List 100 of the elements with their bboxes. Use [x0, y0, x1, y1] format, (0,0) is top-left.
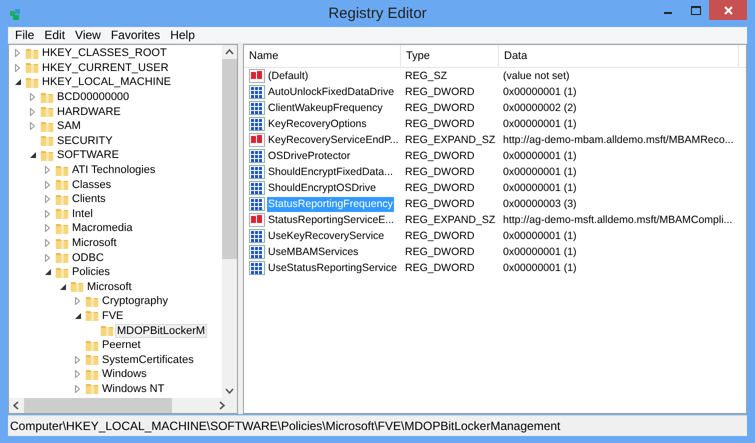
- tree-item[interactable]: Classes: [70, 178, 114, 192]
- tree-item[interactable]: ATI Technologies: [70, 163, 158, 178]
- tree-item[interactable]: HKEY_CLASSES_ROOT: [40, 46, 169, 60]
- expand-arrow-icon[interactable]: [15, 64, 20, 72]
- expand-arrow-icon[interactable]: [75, 384, 80, 393]
- expand-arrow-icon[interactable]: [75, 370, 80, 378]
- folder-icon: [55, 236, 69, 250]
- expand-arrow-icon[interactable]: [45, 239, 50, 248]
- folder-icon: [55, 164, 69, 177]
- value-data: 0x00000001 (1): [502, 230, 578, 242]
- expand-arrow-icon[interactable]: [45, 166, 50, 174]
- tree-item[interactable]: Intel: [70, 206, 95, 221]
- tree-item[interactable]: FVE: [100, 308, 126, 323]
- string-value-icon: [249, 133, 265, 147]
- tree-item[interactable]: SOFTWARE: [55, 148, 121, 162]
- value-type: REG_DWORD: [404, 118, 476, 130]
- tree-item[interactable]: Windows: [100, 367, 149, 382]
- status-bar-path: Computer\HKEY_LOCAL_MACHINE\SOFTWARE\Policies\Microsoft\FVE\MDOPBitLockerManagement: [9, 419, 560, 433]
- folder-icon: [55, 251, 69, 264]
- menu-item[interactable]: Favorites: [106, 27, 166, 43]
- tree-item[interactable]: Windows NT: [100, 382, 166, 396]
- value-name[interactable]: StatusReportingServiceE...: [267, 212, 396, 228]
- binary-value-icon: [249, 149, 265, 163]
- vertical-scrollbar[interactable]: [222, 45, 237, 398]
- collapse-arrow-icon[interactable]: [75, 312, 81, 319]
- menu-item[interactable]: File: [10, 27, 40, 43]
- value-name[interactable]: (Default): [267, 68, 310, 84]
- value-name[interactable]: KeyRecoveryServiceEndP...: [267, 132, 400, 148]
- folder-icon: [85, 353, 99, 366]
- tree-item[interactable]: Policies: [70, 265, 112, 280]
- tree-item[interactable]: HARDWARE: [55, 104, 123, 119]
- value-data: http://ag-demo-mbam.alldemo.msft/MBAMReco...: [502, 134, 734, 146]
- expand-arrow-icon[interactable]: [30, 108, 35, 116]
- collapse-arrow-icon[interactable]: [30, 152, 36, 158]
- collapse-arrow-icon[interactable]: [60, 284, 66, 290]
- value-type: REG_DWORD: [404, 262, 476, 274]
- folder-icon: [85, 294, 99, 308]
- expand-arrow-icon[interactable]: [15, 49, 20, 58]
- menu-item[interactable]: Edit: [39, 27, 70, 43]
- tree-item[interactable]: BCD00000000: [55, 90, 132, 104]
- value-name[interactable]: UseMBAMServices: [267, 244, 360, 260]
- binary-value-icon: [249, 165, 265, 179]
- column-header[interactable]: Name: [244, 45, 401, 67]
- expand-arrow-icon[interactable]: [45, 210, 50, 218]
- tree-item[interactable]: HKEY_LOCAL_MACHINE: [40, 75, 173, 90]
- folder-icon: [40, 105, 54, 118]
- close-button[interactable]: [709, 0, 747, 20]
- collapse-arrow-icon[interactable]: [45, 269, 51, 276]
- value-name[interactable]: UseKeyRecoveryService: [267, 228, 386, 244]
- folder-icon: [85, 338, 99, 352]
- value-data: http://ag-demo-msft.alldemo.msft/MBAMCompli...: [502, 214, 734, 226]
- tree-item[interactable]: Microsoft: [70, 236, 119, 250]
- folder-icon: [85, 382, 99, 396]
- tree-item[interactable]: Clients: [70, 192, 108, 206]
- collapse-arrow-icon[interactable]: [15, 79, 21, 86]
- expand-arrow-icon[interactable]: [30, 122, 35, 130]
- menu-item[interactable]: Help: [165, 27, 200, 43]
- value-name[interactable]: ClientWakeupFrequency: [267, 100, 384, 116]
- value-type: REG_SZ: [404, 70, 448, 82]
- tree-item[interactable]: HKEY_CURRENT_USER: [40, 60, 171, 75]
- binary-value-icon: [249, 229, 265, 243]
- horizontal-scrollbar[interactable]: [9, 398, 237, 413]
- value-name[interactable]: UseStatusReportingService: [267, 260, 398, 276]
- window-title: Registry Editor: [328, 5, 427, 22]
- tree-item[interactable]: Cryptography: [100, 294, 170, 308]
- folder-icon: [55, 207, 69, 220]
- menu-item[interactable]: View: [70, 27, 106, 43]
- expand-arrow-icon[interactable]: [45, 224, 50, 232]
- value-name[interactable]: AutoUnlockFixedDataDrive: [267, 84, 396, 100]
- value-type: REG_DWORD: [404, 246, 476, 258]
- expand-arrow-icon[interactable]: [45, 195, 50, 204]
- column-header[interactable]: Data: [499, 45, 739, 67]
- folder-icon: [25, 61, 39, 74]
- tree-item[interactable]: SystemCertificates: [100, 352, 196, 367]
- value-type: REG_DWORD: [404, 86, 476, 98]
- expand-arrow-icon[interactable]: [30, 93, 35, 102]
- value-name[interactable]: ShouldEncryptFixedData...: [267, 164, 394, 180]
- folder-icon: [55, 178, 69, 192]
- value-type: REG_DWORD: [404, 198, 476, 210]
- expand-arrow-icon[interactable]: [45, 254, 50, 262]
- value-name[interactable]: ShouldEncryptOSDrive: [267, 180, 377, 196]
- value-name[interactable]: OSDriveProtector: [267, 148, 352, 164]
- tree-item[interactable]: Macromedia: [70, 221, 135, 236]
- value-data: 0x00000001 (1): [502, 246, 578, 258]
- tree-item[interactable]: SAM: [55, 119, 83, 134]
- expand-arrow-icon[interactable]: [45, 180, 50, 189]
- value-data: 0x00000001 (1): [502, 166, 578, 178]
- binary-value-icon: [249, 261, 265, 275]
- binary-value-icon: [249, 181, 265, 195]
- tree-item[interactable]: Microsoft: [85, 280, 134, 294]
- value-name[interactable]: KeyRecoveryOptions: [267, 116, 368, 132]
- expand-arrow-icon[interactable]: [75, 297, 80, 306]
- value-type: REG_DWORD: [404, 150, 476, 162]
- tree-item[interactable]: ODBC: [70, 250, 106, 265]
- column-header[interactable]: Type: [401, 45, 499, 67]
- scroll-right-icon[interactable]: [219, 401, 225, 410]
- tree-item[interactable]: MDOPBitLockerM: [115, 324, 208, 338]
- tree-item[interactable]: SECURITY: [55, 134, 115, 148]
- tree-item[interactable]: Peernet: [100, 338, 143, 352]
- expand-arrow-icon[interactable]: [75, 356, 80, 364]
